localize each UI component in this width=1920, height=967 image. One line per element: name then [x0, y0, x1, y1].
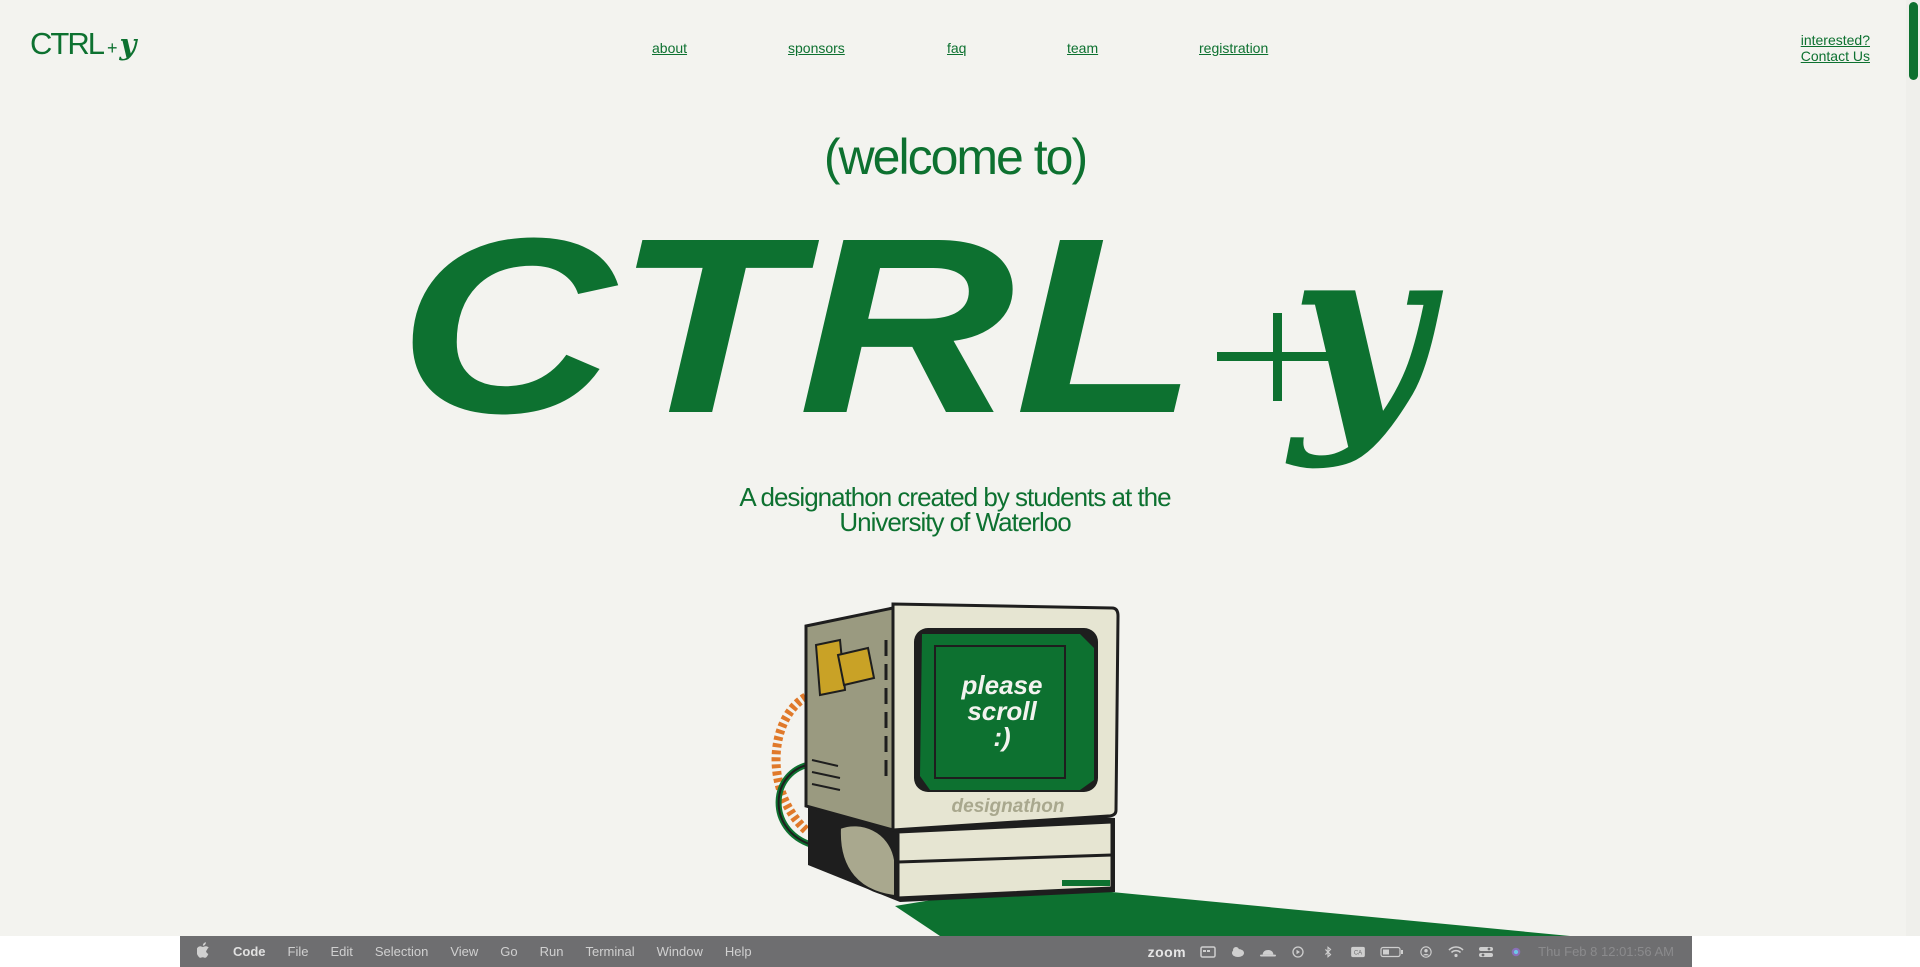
cloud-icon[interactable]	[1230, 946, 1246, 958]
menu-edit[interactable]: Edit	[330, 944, 352, 959]
siri-icon[interactable]	[1508, 946, 1524, 958]
menu-file[interactable]: File	[288, 944, 309, 959]
menu-view[interactable]: View	[450, 944, 478, 959]
hat-icon[interactable]	[1260, 946, 1277, 958]
menu-terminal[interactable]: Terminal	[586, 944, 635, 959]
battery-icon[interactable]	[1380, 946, 1404, 958]
hero-tagline: A designathon created by students at the…	[0, 484, 1910, 537]
scrollbar-thumb[interactable]	[1909, 2, 1918, 80]
hero-artwork: CTRL y please scroll:) designathon	[398, 186, 1570, 936]
zoom-status-item[interactable]: zoom	[1148, 944, 1187, 960]
keyboard-input-icon[interactable]: CA	[1350, 946, 1366, 958]
computer-brand-label: designathon	[952, 796, 1065, 817]
menu-selection[interactable]: Selection	[375, 944, 428, 959]
macos-menubar: Code File Edit Selection View Go Run Ter…	[180, 936, 1692, 967]
bluetooth-icon[interactable]	[1320, 945, 1336, 958]
wifi-icon[interactable]	[1448, 945, 1464, 958]
hero-title-y: y	[1285, 190, 1444, 472]
menu-go[interactable]: Go	[500, 944, 517, 959]
scrollbar[interactable]	[1906, 0, 1920, 936]
browser-viewport: CTRL + y about sponsors faq team registr…	[0, 0, 1920, 936]
menu-run[interactable]: Run	[540, 944, 564, 959]
user-account-icon[interactable]	[1418, 945, 1434, 958]
svg-text:CA: CA	[1354, 950, 1362, 956]
tagline-line2: University of Waterloo	[839, 507, 1071, 537]
menu-help[interactable]: Help	[725, 944, 752, 959]
window-icon[interactable]	[1200, 945, 1216, 958]
computer-illustration: please scroll :) designathon	[771, 602, 1120, 902]
menubar-right: zoom CA Thu Feb 8 12:01:56 AM	[1148, 944, 1692, 960]
apple-icon[interactable]	[196, 942, 211, 961]
menubar-left: Code File Edit Selection View Go Run Ter…	[180, 942, 774, 961]
menubar-clock[interactable]: Thu Feb 8 12:01:56 AM	[1538, 944, 1674, 959]
screen-text-line3: :)	[993, 722, 1010, 752]
control-center-icon[interactable]	[1478, 946, 1494, 958]
hero-title-ctrl: CTRL	[398, 186, 1198, 465]
menubar-app-name[interactable]: Code	[233, 944, 266, 959]
menu-window[interactable]: Window	[657, 944, 703, 959]
play-icon[interactable]	[1290, 945, 1306, 958]
